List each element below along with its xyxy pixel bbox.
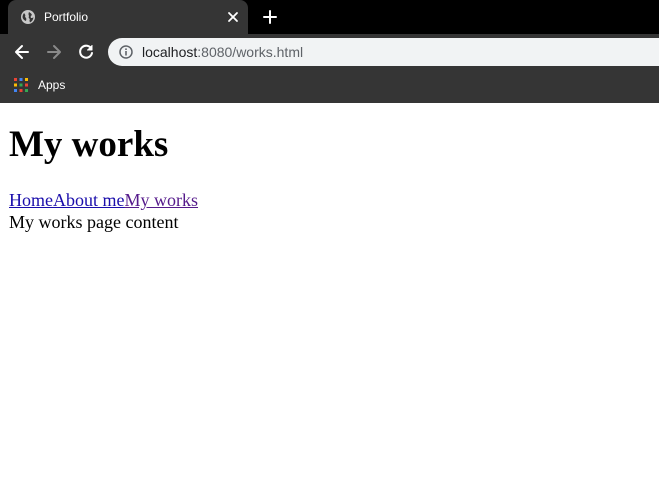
back-arrow-icon[interactable] xyxy=(12,42,32,62)
tab-strip: Portfolio xyxy=(0,0,659,34)
close-icon[interactable] xyxy=(226,10,240,24)
tab-title: Portfolio xyxy=(44,10,89,24)
nav-link-my-works[interactable]: My works xyxy=(125,190,199,210)
url-text[interactable]: localhost:8080/works.html xyxy=(142,44,303,60)
url-host: localhost xyxy=(142,44,198,60)
info-icon[interactable] xyxy=(119,45,133,59)
new-tab-icon[interactable] xyxy=(261,8,279,26)
url-path: :8080/works.html xyxy=(197,44,304,60)
page-content: My works page content xyxy=(9,212,179,232)
page-title: My works xyxy=(9,124,169,165)
forward-arrow-icon[interactable] xyxy=(44,42,64,62)
apps-grid-icon[interactable] xyxy=(14,78,28,92)
site-nav: HomeAbout meMy works xyxy=(9,189,198,211)
reload-icon[interactable] xyxy=(76,42,96,62)
browser-toolbar: localhost:8080/works.html xyxy=(0,34,659,70)
browser-tab[interactable]: Portfolio xyxy=(8,0,248,34)
address-bar[interactable]: localhost:8080/works.html xyxy=(108,38,659,66)
page-viewport: My works HomeAbout meMy works My works p… xyxy=(0,103,659,494)
globe-icon xyxy=(21,10,35,24)
nav-link-about-me[interactable]: About me xyxy=(53,190,125,210)
nav-link-home[interactable]: Home xyxy=(9,190,53,210)
bookmarks-bar: Apps xyxy=(0,70,659,103)
apps-bookmark[interactable]: Apps xyxy=(38,77,65,93)
